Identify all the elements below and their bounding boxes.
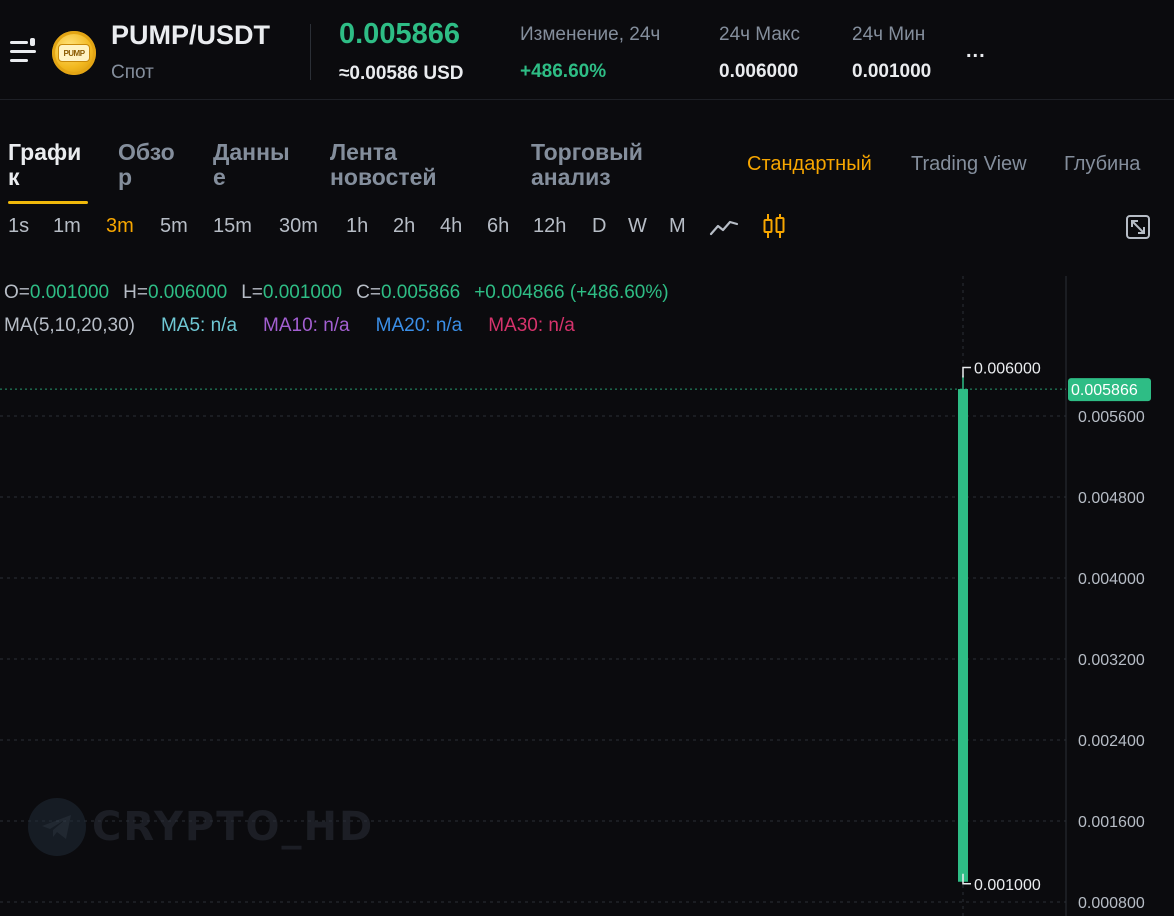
change-24h-label: Изменение, 24ч <box>520 24 661 45</box>
tab-news-feed-label: Лента новостей <box>330 139 437 190</box>
y-tick-label: 0.004000 <box>1078 571 1145 588</box>
view-standard[interactable]: Стандартный <box>747 153 872 176</box>
low-value: 0.001000 <box>262 282 343 303</box>
more-button[interactable]: ... <box>966 40 986 63</box>
interval-6h[interactable]: 6h <box>487 215 509 238</box>
ticker-header: PUMP PUMP/USDT Спот 0.005866 ≈0.00586 US… <box>0 0 1174 100</box>
interval-d[interactable]: D <box>592 215 606 238</box>
candlestick-icon[interactable] <box>762 213 786 239</box>
ma-label: MA(5,10,20,30) <box>4 315 135 336</box>
last-price: 0.005866 <box>339 18 460 50</box>
interval-30m[interactable]: 30m <box>279 215 318 238</box>
change-24h-value: +486.60% <box>520 61 607 82</box>
interval-2h[interactable]: 2h <box>393 215 415 238</box>
low-label: 0.001000 <box>974 877 1041 894</box>
ma30-value: MA30: n/a <box>488 315 575 336</box>
interval-3m[interactable]: 3m <box>106 215 134 238</box>
high-24h-label: 24ч Макс <box>719 24 800 45</box>
close-label: C= <box>356 282 381 303</box>
line-chart-icon[interactable] <box>709 214 739 238</box>
header-divider <box>310 24 311 80</box>
telegram-icon <box>28 798 86 856</box>
tab-data[interactable]: Данны е <box>213 140 290 190</box>
tab-data-label: Данны е <box>213 139 290 190</box>
low-label: L= <box>241 282 263 303</box>
interval-1h[interactable]: 1h <box>346 215 368 238</box>
high-label: H= <box>123 282 148 303</box>
high-marker <box>962 366 971 378</box>
active-tab-indicator <box>8 201 88 204</box>
open-value: 0.001000 <box>29 282 110 303</box>
high-value: 0.006000 <box>147 282 228 303</box>
candle-body <box>958 389 968 882</box>
ohlc-legend: O=0.001000 H=0.006000 L=0.001000 C=0.005866… <box>4 282 669 304</box>
coin-logo: PUMP <box>52 31 96 75</box>
high-24h-value: 0.006000 <box>719 61 799 82</box>
fullscreen-icon[interactable] <box>1125 214 1151 240</box>
open-label: O= <box>4 282 30 303</box>
menu-icon[interactable] <box>10 38 40 66</box>
y-tick-label: 0.000800 <box>1078 895 1145 912</box>
market-type: Спот <box>111 62 154 83</box>
interval-1m[interactable]: 1m <box>53 215 81 238</box>
tab-overview-label: Обзо р <box>118 139 175 190</box>
interval-m[interactable]: M <box>669 215 686 238</box>
tab-chart-label: Графи к <box>8 139 82 190</box>
interval-12h[interactable]: 12h <box>533 215 566 238</box>
close-value: 0.005866 <box>380 282 461 303</box>
tab-trading-analysis[interactable]: Торговый анализ <box>531 140 643 190</box>
tab-overview[interactable]: Обзо р <box>118 140 175 190</box>
y-tick-label: 0.001600 <box>1078 814 1145 831</box>
y-tick-label: 0.002400 <box>1078 733 1145 750</box>
usd-price: ≈0.00586 USD <box>339 63 464 84</box>
watermark: CRYPTO_HD <box>28 797 374 857</box>
ma-legend: MA(5,10,20,30) MA5: n/a MA10: n/a MA20: n/a… <box>4 315 575 337</box>
y-tick-label: 0.004800 <box>1078 490 1145 507</box>
interval-w[interactable]: W <box>628 215 647 238</box>
y-tick-label: 0.003200 <box>1078 652 1145 669</box>
tab-chart[interactable]: Графи к <box>8 140 81 190</box>
pair-name[interactable]: PUMP/USDT <box>111 20 270 51</box>
ma10-value: MA10: n/a <box>263 315 350 336</box>
tab-trading-analysis-label: Торговый анализ <box>531 139 643 190</box>
coin-logo-text: PUMP <box>58 44 90 62</box>
last-price-tag-label: 0.005866 <box>1071 382 1138 399</box>
interval-5m[interactable]: 5m <box>160 215 188 238</box>
interval-4h[interactable]: 4h <box>440 215 462 238</box>
interval-15m[interactable]: 15m <box>213 215 252 238</box>
ma5-value: MA5: n/a <box>160 315 238 336</box>
high-label: 0.006000 <box>974 361 1041 378</box>
ma20-value: MA20: n/a <box>375 315 463 336</box>
y-tick-label: 0.005600 <box>1078 409 1145 426</box>
watermark-text: CRYPTO_HD <box>92 804 375 850</box>
view-depth[interactable]: Глубина <box>1064 153 1140 176</box>
view-trading-view[interactable]: Trading View <box>911 153 1027 176</box>
interval-1s[interactable]: 1s <box>8 215 29 238</box>
change-value: +0.004866 (+486.60%) <box>474 282 669 303</box>
low-24h-label: 24ч Мин <box>852 24 926 45</box>
tab-news-feed[interactable]: Лента новостей <box>330 140 437 190</box>
low-24h-value: 0.001000 <box>852 61 932 82</box>
